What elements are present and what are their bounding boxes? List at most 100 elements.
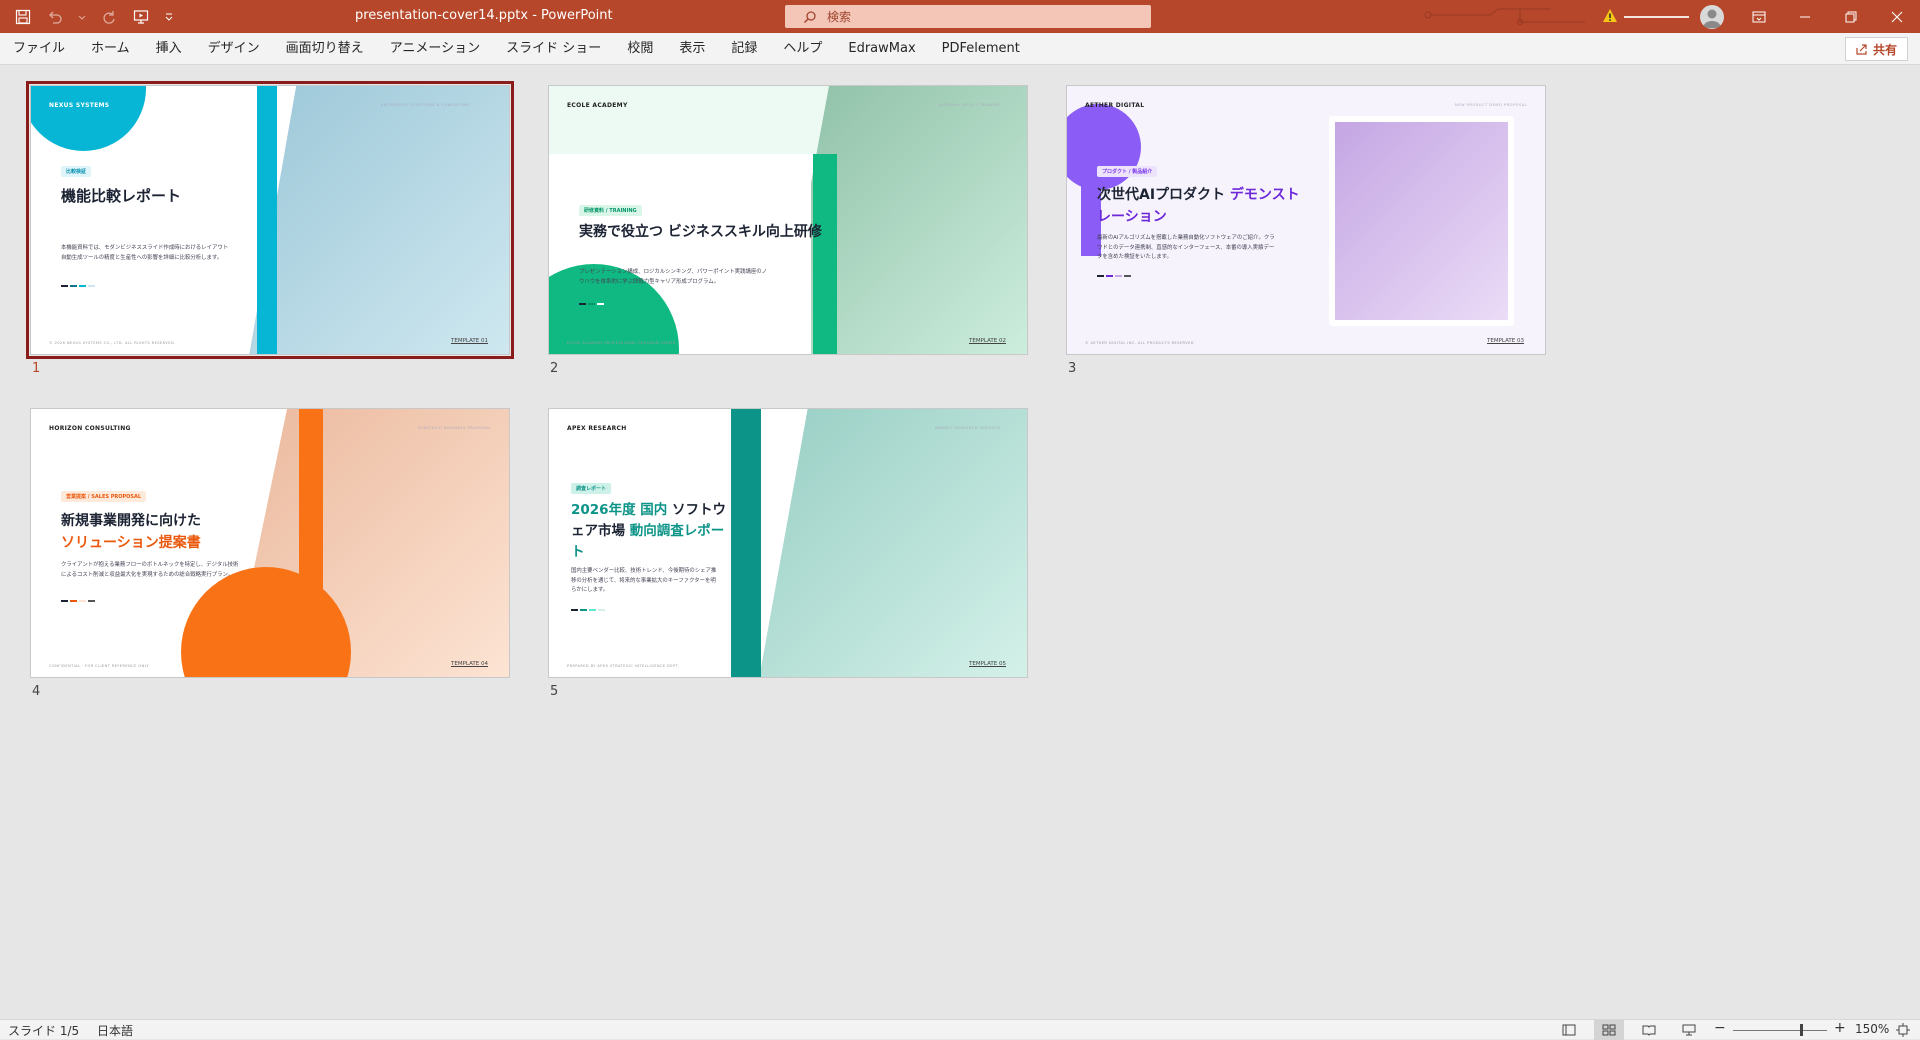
slide-footer-left: ECOLE ACADEMY PROFESSIONAL PROGRAM SERIE…	[567, 341, 676, 345]
fit-to-window-icon[interactable]	[1890, 1020, 1916, 1040]
slide-canvas: APEX RESEARCH MARKET RESEARCH INSIGHTS 調…	[548, 408, 1028, 678]
tab-transitions[interactable]: 画面切り替え	[273, 33, 377, 65]
slide-body: クライアントが抱える業務フローのボトルネックを特定し、デジタル技術によるコスト削…	[61, 562, 239, 578]
zoom-slider-thumb[interactable]	[1800, 1024, 1803, 1036]
slide-accent-bar	[257, 86, 277, 354]
slide-number: 3	[1068, 361, 1077, 376]
slide-headline: 2026年度 国内 ソフトウェア市場 動向調査レポート	[571, 500, 729, 563]
slide-number: 5	[550, 684, 559, 699]
slide-badge: プロダクト / 製品紹介	[1097, 166, 1158, 177]
slide-headline: 実務で役立つ ビジネススキル向上研修	[579, 224, 822, 240]
tab-help[interactable]: ヘルプ	[770, 33, 835, 65]
tab-insert[interactable]: 挿入	[143, 33, 195, 65]
ribbon-tab-bar: ファイル ホーム 挿入 デザイン 画面切り替え アニメーション スライド ショー…	[0, 33, 1920, 65]
slide-canvas: AETHER DIGITAL NEW PRODUCT DEMO PROPOSAL…	[1066, 85, 1546, 355]
slide-canvas: HORIZON CONSULTING STRATEGIC BUSINESS PR…	[30, 408, 510, 678]
slide-body: 本機能資料では、モダンビジネススライド作成時におけるレイアウト自動生成ツールの精…	[61, 245, 229, 261]
slide-footer-right: TEMPLATE 01	[451, 338, 489, 344]
tab-record[interactable]: 記録	[718, 33, 770, 65]
slide-accent-circle	[1067, 104, 1141, 190]
slide-headline: 次世代AIプロダクト デモンストレーション	[1097, 184, 1307, 228]
undo-dropdown-icon[interactable]	[78, 8, 86, 26]
language-indicator[interactable]: 日本語	[97, 1022, 133, 1039]
slide-number: 2	[550, 361, 559, 376]
slide-headline: 機能比較レポート	[61, 187, 182, 205]
search-box[interactable]: 検索	[785, 5, 1151, 28]
ribbon-tabs: ファイル ホーム 挿入 デザイン 画面切り替え アニメーション スライド ショー…	[0, 33, 1033, 65]
save-icon[interactable]	[14, 8, 32, 26]
slide-headline: 新規事業開発に向けた ソリューション提案書	[61, 510, 291, 554]
avatar[interactable]	[1700, 5, 1724, 29]
slide-logo: HORIZON CONSULTING	[49, 425, 131, 432]
tab-design[interactable]: デザイン	[195, 33, 273, 65]
slide-headline-part-a: 新規事業開発に向けた	[61, 513, 201, 529]
title-bar: presentation-cover14.pptx - PowerPoint 検…	[0, 0, 1920, 33]
slide-badge: 研修資料 / TRAINING	[579, 205, 642, 216]
slide-photo-gradient	[759, 409, 1027, 677]
slide-canvas: NEXUS SYSTEMS ENTERPRISE SOLUTIONS & CON…	[26, 81, 514, 359]
minimize-icon[interactable]	[1782, 0, 1828, 33]
slide-tagline: INTERNAL DECK / TRAINING	[939, 103, 1001, 107]
slide-footer-left: PREPARED BY APEX STRATEGIC INTELLIGENCE …	[567, 664, 680, 668]
slide-tagline: ENTERPRISE SOLUTIONS & CONSULTING	[381, 103, 470, 107]
tab-view[interactable]: 表示	[666, 33, 718, 65]
slide-footer-left: © AETHER DIGITAL INC. ALL PRODUCTS RESER…	[1085, 341, 1194, 345]
slide-dots	[579, 303, 604, 305]
warning-icon[interactable]	[1602, 8, 1618, 24]
search-placeholder: 検索	[827, 10, 852, 24]
share-button[interactable]: 共有	[1844, 37, 1908, 61]
zoom-slider[interactable]	[1733, 1030, 1827, 1031]
slide-badge: 調査レポート	[571, 483, 612, 494]
restore-icon[interactable]	[1828, 0, 1874, 33]
tab-review[interactable]: 校閲	[614, 33, 666, 65]
quick-access-toolbar	[14, 0, 174, 33]
slide-number: 1	[32, 361, 41, 376]
slide-footer-right: TEMPLATE 03	[1487, 338, 1525, 344]
slide-tagline: MARKET RESEARCH INSIGHTS	[935, 426, 1001, 430]
slide-body: 最新のAIアルゴリズムを搭載した業務自動化ソフトウェアのご紹介。クラウドとのデー…	[1097, 235, 1275, 260]
account-name-redacted	[1624, 16, 1689, 18]
undo-icon[interactable]	[46, 8, 64, 26]
zoom-in-button[interactable]: +	[1834, 1020, 1846, 1036]
search-icon	[803, 10, 816, 23]
zoom-out-button[interactable]: −	[1714, 1020, 1726, 1036]
slide-dots	[571, 609, 605, 611]
tab-edrawmax[interactable]: EdrawMax	[835, 33, 928, 65]
slide-headline-part-b: ソリューション提案書	[61, 535, 201, 551]
tab-file[interactable]: ファイル	[0, 33, 78, 65]
slide-dots	[61, 600, 95, 602]
slide-body: 国内主要ベンダー比較、技術トレンド、今後期待のシェア推移の分析を通じて、将来的な…	[571, 568, 717, 593]
redo-icon[interactable]	[100, 8, 118, 26]
tab-home[interactable]: ホーム	[78, 33, 143, 65]
customize-qat-icon[interactable]	[164, 8, 174, 26]
slide-headline-part-a: 次世代AIプロダクト	[1097, 187, 1230, 203]
slide-dots	[1097, 275, 1131, 277]
tab-slideshow[interactable]: スライド ショー	[493, 33, 614, 65]
slide-tagline: STRATEGIC BUSINESS PROPOSAL	[418, 426, 491, 430]
reading-view-icon[interactable]	[1634, 1020, 1664, 1040]
share-label: 共有	[1872, 42, 1897, 57]
slide-tagline: NEW PRODUCT DEMO PROPOSAL	[1455, 103, 1528, 107]
slide-dots	[61, 285, 95, 287]
slideshow-view-icon[interactable]	[1674, 1020, 1704, 1040]
zoom-level[interactable]: 150%	[1855, 1022, 1889, 1036]
start-from-beginning-icon[interactable]	[132, 8, 150, 26]
slide-body: プレゼンテーション構成、ロジカルシンキング、パワーポイント実践講座のノウハウを体…	[579, 269, 768, 285]
slide-indicator[interactable]: スライド 1/5	[8, 1022, 79, 1039]
close-icon[interactable]	[1874, 0, 1920, 33]
document-title: presentation-cover14.pptx - PowerPoint	[355, 8, 613, 23]
slide-sorter: NEXUS SYSTEMS ENTERPRISE SOLUTIONS & CON…	[0, 66, 1920, 1019]
tab-animations[interactable]: アニメーション	[377, 33, 493, 65]
slide-image	[1335, 122, 1508, 320]
tab-pdfelement[interactable]: PDFelement	[929, 33, 1033, 65]
slide-canvas: ECOLE ACADEMY INTERNAL DECK / TRAINING 研…	[548, 85, 1028, 355]
slide-photo-gradient	[249, 86, 509, 354]
slide-badge: 営業提案 / SALES PROPOSAL	[61, 491, 147, 502]
slide-logo: AETHER DIGITAL	[1085, 102, 1145, 109]
normal-view-icon[interactable]	[1554, 1020, 1584, 1040]
slide-number: 4	[32, 684, 41, 699]
slide-footer-right: TEMPLATE 02	[969, 338, 1007, 344]
slide-sorter-view-icon[interactable]	[1594, 1020, 1624, 1040]
slide-footer-right: TEMPLATE 05	[969, 661, 1007, 667]
ribbon-display-options-icon[interactable]	[1736, 0, 1782, 33]
